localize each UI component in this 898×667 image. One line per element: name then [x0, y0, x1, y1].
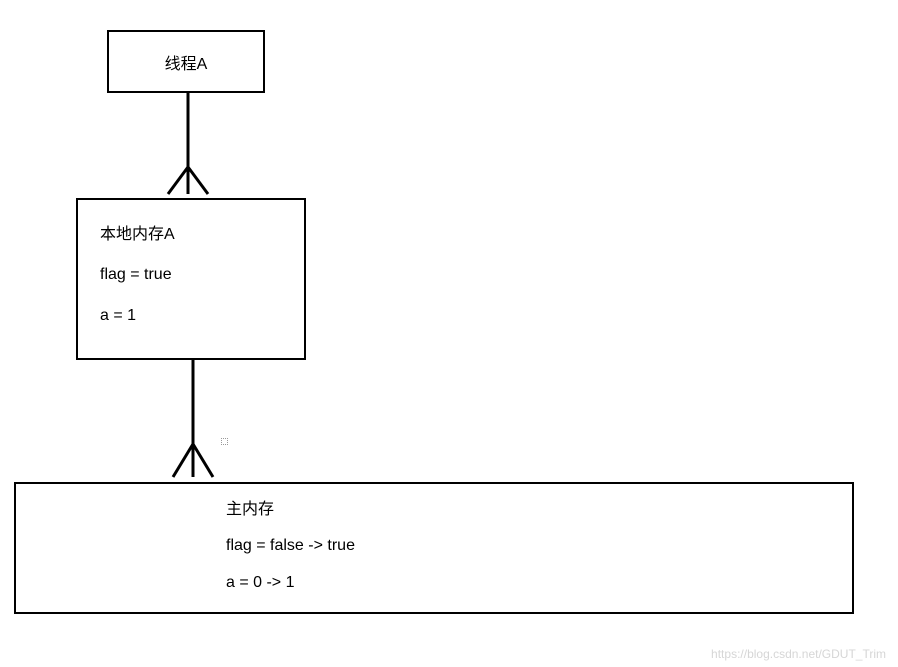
main-flag: flag = false -> true [226, 535, 642, 557]
local-flag: flag = true [100, 264, 282, 286]
local-memory-box: 本地内存A flag = true a = 1 [76, 198, 306, 360]
thread-box: 线程A [107, 30, 265, 93]
arrow-local-to-main [155, 359, 235, 484]
main-memory-box: 主内存 flag = false -> true a = 0 -> 1 [14, 482, 854, 614]
arrow-thread-to-local [150, 92, 230, 202]
main-title: 主内存 [226, 499, 642, 521]
cursor-mark [221, 438, 228, 445]
thread-title: 线程A [165, 50, 208, 74]
local-title: 本地内存A [100, 224, 282, 246]
watermark: https://blog.csdn.net/GDUT_Trim [711, 647, 886, 661]
main-a: a = 0 -> 1 [226, 572, 642, 594]
local-a: a = 1 [100, 305, 282, 327]
